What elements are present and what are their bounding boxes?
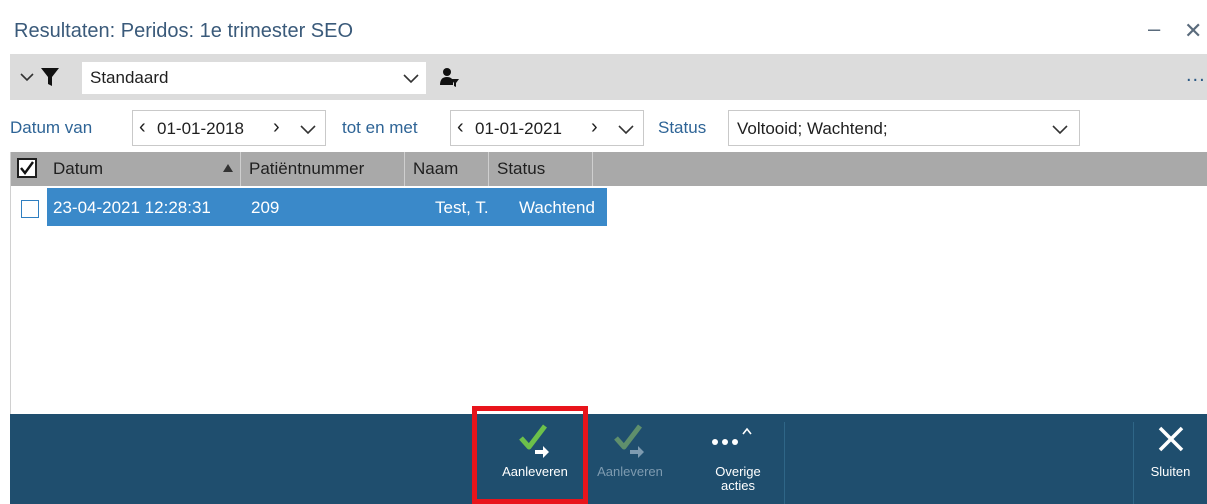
row-checkbox[interactable] xyxy=(21,200,39,218)
cell-naam: Test, T. xyxy=(435,198,489,217)
highlight-box xyxy=(472,406,588,504)
deliver-disabled-label: Aanleveren xyxy=(597,464,663,479)
column-header-naam[interactable]: Naam xyxy=(405,152,489,186)
column-header-datum[interactable]: Datum xyxy=(45,152,241,186)
filter-select[interactable]: Standaard xyxy=(82,62,426,94)
close-icon xyxy=(1158,426,1183,452)
window-title: Resultaten: Peridos: 1e trimester SEO xyxy=(14,20,354,42)
more-actions-label-2: acties xyxy=(721,478,755,493)
close-button-label: Sluiten xyxy=(1150,464,1191,479)
close-window-button[interactable]: ✕ xyxy=(1184,18,1202,44)
filter-bar: Standaard ... xyxy=(10,54,1207,100)
close-button[interactable]: Sluiten xyxy=(1134,414,1207,504)
cell-datum: 23-04-2021 12:28:31 xyxy=(53,198,211,217)
chevron-down-icon xyxy=(403,74,419,84)
deliver-disabled-button: Aanleveren xyxy=(588,414,672,504)
title-bar: Resultaten: Peridos: 1e trimester SEO – … xyxy=(0,0,1207,52)
date-to-value: 01-01-2021 xyxy=(475,119,562,138)
cell-status: Wachtend xyxy=(519,198,595,217)
date-from-label: Datum van xyxy=(10,118,93,137)
status-select-value: Voltooid; Wachtend; xyxy=(737,119,888,138)
chevron-down-icon[interactable] xyxy=(617,121,635,137)
date-from-value: 01-01-2018 xyxy=(157,119,244,138)
column-header-status[interactable]: Status xyxy=(489,152,593,186)
chevron-down-icon[interactable] xyxy=(299,121,317,137)
more-actions-label-1: Overige xyxy=(715,464,761,479)
date-from-picker[interactable]: ‹ 01-01-2018 › xyxy=(132,110,326,146)
filter-select-value: Standaard xyxy=(90,68,169,87)
next-date-button[interactable]: › xyxy=(273,116,280,139)
select-all-checkbox[interactable] xyxy=(17,158,37,178)
status-select[interactable]: Voltooid; Wachtend; xyxy=(728,110,1080,146)
prev-date-button[interactable]: ‹ xyxy=(139,116,146,139)
more-options-button[interactable]: ... xyxy=(1186,64,1206,87)
next-date-button[interactable]: › xyxy=(591,116,598,139)
cell-patientnummer: 209 xyxy=(251,198,280,217)
date-to-label: tot en met xyxy=(342,118,418,137)
prev-date-button[interactable]: ‹ xyxy=(457,116,464,139)
status-label: Status xyxy=(658,118,707,137)
checkmark-send-icon xyxy=(614,424,644,458)
person-filter-icon[interactable] xyxy=(438,66,460,88)
sort-ascending-icon xyxy=(223,164,233,172)
chevron-down-icon xyxy=(1052,125,1068,135)
chevron-down-icon[interactable] xyxy=(18,68,36,86)
grid-header: Datum Patiëntnummer Naam Status xyxy=(11,152,1207,186)
more-actions-button[interactable]: Overige acties xyxy=(690,414,786,504)
column-header-patientnummer[interactable]: Patiëntnummer xyxy=(241,152,405,186)
minimize-button[interactable]: – xyxy=(1148,16,1160,42)
toolbar-divider xyxy=(784,422,785,504)
table-row[interactable]: 23-04-2021 12:28:31 209 Test, T. Wachten… xyxy=(47,188,607,226)
date-to-picker[interactable]: ‹ 01-01-2021 › xyxy=(450,110,644,146)
filter-icon[interactable] xyxy=(40,66,60,88)
action-toolbar: Aanleveren Aanleveren Overige acties Slu… xyxy=(10,414,1207,504)
date-filter-row: Datum van ‹ 01-01-2018 › tot en met ‹ 01… xyxy=(10,108,1207,148)
results-grid: Datum Patiëntnummer Naam Status 23-04-20… xyxy=(10,152,1207,414)
ellipsis-icon xyxy=(712,427,752,445)
